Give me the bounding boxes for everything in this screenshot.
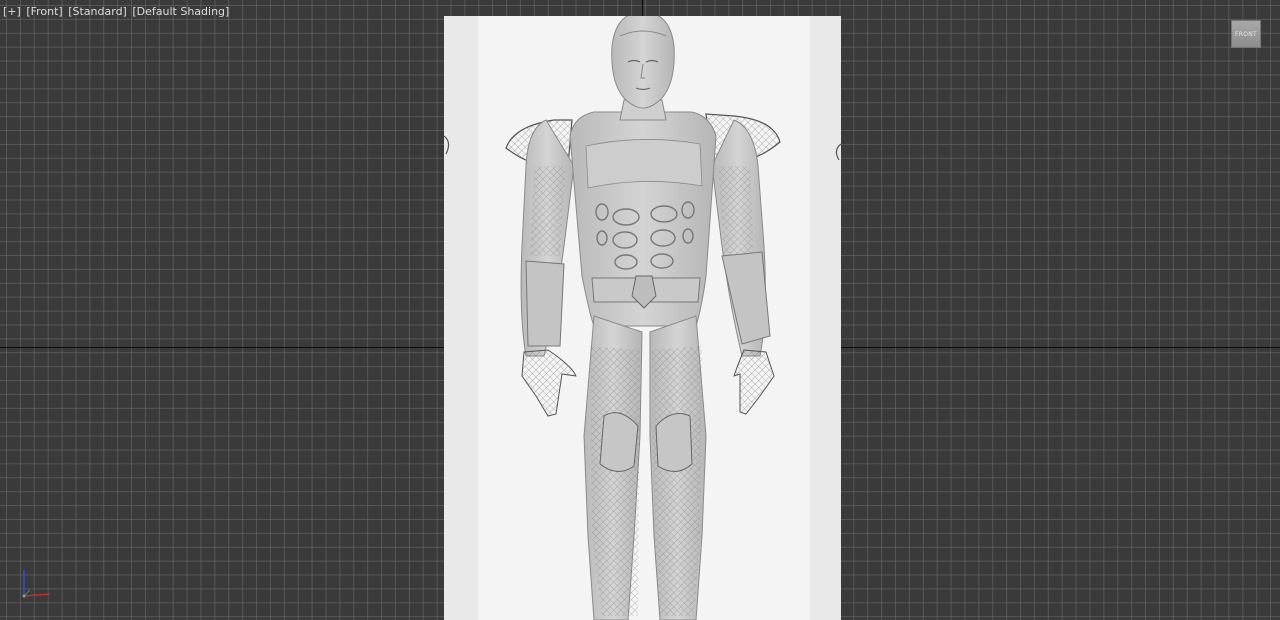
viewport-label-menu: [+] [Front] [Standard] [Default Shading] [3,5,231,18]
viewcube-face-label: FRONT [1235,30,1257,38]
front-viewport[interactable]: [+] [Front] [Standard] [Default Shading]… [0,0,1280,620]
right-hand [733,349,775,415]
viewport-menu-plus[interactable]: [+] [3,5,21,18]
viewport-menu-shading[interactable]: [Default Shading] [132,5,229,18]
viewcube[interactable]: FRONT [1231,20,1261,48]
reference-image-plane[interactable] [444,16,841,620]
viewport-menu-view[interactable]: [Front] [26,5,62,18]
axis-tripod-icon [22,570,51,598]
left-hand [521,349,577,417]
head [611,16,675,109]
viewport-menu-mode[interactable]: [Standard] [68,5,127,18]
character-figure [444,16,841,620]
